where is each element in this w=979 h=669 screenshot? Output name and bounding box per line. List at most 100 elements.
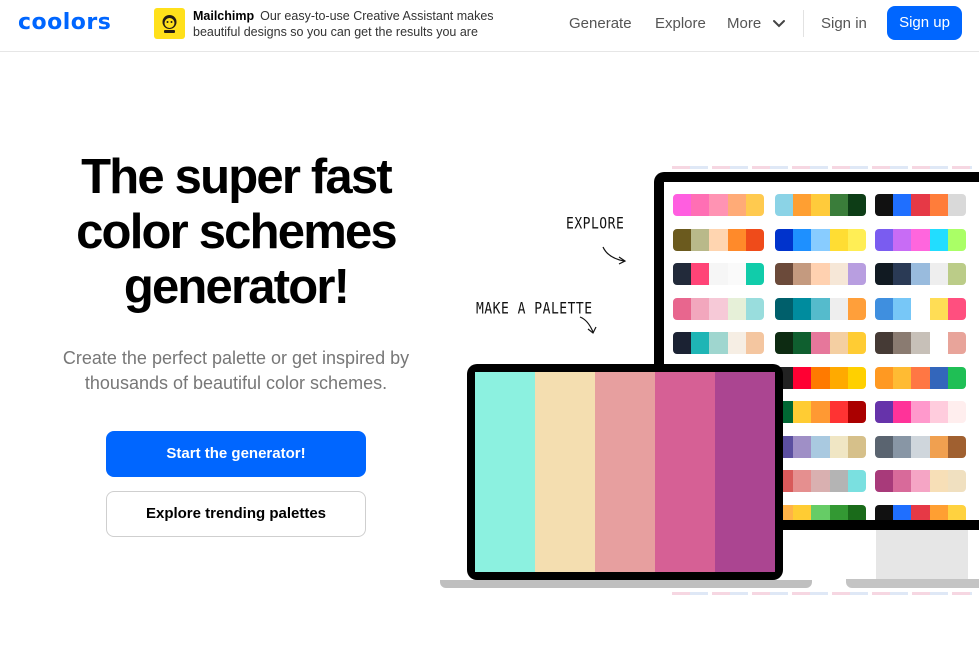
palette-swatch	[947, 297, 966, 320]
palette-card	[673, 194, 764, 216]
hero-title-line: color schemes	[76, 205, 398, 259]
palette-swatch	[847, 470, 866, 492]
palette-swatch	[893, 504, 912, 520]
palette-swatch	[793, 263, 812, 285]
palette-swatch	[811, 366, 830, 389]
palette-swatch	[875, 263, 894, 285]
palette-swatch	[911, 401, 930, 423]
palette-swatch	[745, 194, 764, 216]
palette-swatch	[691, 194, 710, 216]
signup-button[interactable]: Sign up	[887, 6, 962, 40]
palette-card	[673, 297, 764, 320]
palette-swatch	[775, 297, 794, 320]
palette-swatch	[673, 263, 692, 285]
nav-explore-link[interactable]: Explore	[655, 15, 706, 32]
palette-swatch	[727, 332, 746, 354]
palette-swatch	[875, 435, 894, 458]
palette-swatch	[893, 435, 912, 458]
palette-swatch	[829, 297, 848, 320]
palette-card	[875, 504, 966, 520]
palette-swatch	[715, 372, 775, 572]
palette-swatch	[947, 366, 966, 389]
palette-swatch	[947, 194, 966, 216]
palette-swatch	[847, 194, 866, 216]
palette-swatch	[775, 228, 794, 251]
palette-card	[775, 297, 866, 320]
palette-swatch	[727, 194, 746, 216]
palette-swatch	[893, 263, 912, 285]
palette-swatch	[793, 435, 812, 458]
palette-swatch	[911, 263, 930, 285]
palette-swatch	[709, 228, 728, 251]
palette-swatch	[811, 194, 830, 216]
palette-swatch	[847, 401, 866, 423]
palette-swatch	[811, 228, 830, 251]
palette-swatch	[775, 332, 794, 354]
palette-swatch	[793, 228, 812, 251]
palette-swatch	[875, 332, 894, 354]
palette-card	[875, 228, 966, 251]
nav-more-menu[interactable]: More	[727, 15, 785, 32]
palette-swatch	[847, 332, 866, 354]
palette-swatch	[875, 401, 894, 423]
nav-generate-link[interactable]: Generate	[569, 15, 632, 32]
palette-card	[775, 228, 866, 251]
sponsor-ad[interactable]: Mailchimp Our easy-to-use Creative Assist…	[154, 8, 544, 42]
ghost-palette-strip	[672, 592, 972, 595]
palette-swatch	[829, 366, 848, 389]
palette-swatch	[793, 470, 812, 492]
palette-card	[775, 366, 866, 389]
palette-swatch	[793, 194, 812, 216]
palette-swatch	[811, 263, 830, 285]
palette-swatch	[811, 435, 830, 458]
hero-subtitle-line: thousands of beautiful color schemes.	[84, 373, 388, 393]
coolors-logo[interactable]: coolors	[18, 10, 111, 35]
palette-swatch	[947, 332, 966, 354]
palette-swatch	[691, 263, 710, 285]
palette-swatch	[893, 401, 912, 423]
top-nav: coolors Mailchimp Our easy-to-use Creativ…	[0, 0, 979, 52]
palette-swatch	[829, 228, 848, 251]
laptop-illustration	[467, 364, 783, 580]
explore-trending-button[interactable]: Explore trending palettes	[106, 491, 366, 537]
palette-swatch	[911, 366, 930, 389]
palette-swatch	[829, 332, 848, 354]
monitor-base	[846, 579, 979, 588]
nav-more-label: More	[727, 15, 762, 32]
signin-link[interactable]: Sign in	[821, 15, 867, 32]
palette-swatch	[793, 504, 812, 520]
arrow-make-palette-icon	[579, 316, 597, 334]
palette-swatch	[875, 194, 894, 216]
palette-swatch	[875, 504, 894, 520]
palette-swatch	[911, 332, 930, 354]
palette-swatch	[847, 366, 866, 389]
palette-card	[775, 504, 866, 520]
laptop-base	[440, 580, 812, 588]
hero-title-line: The super fast	[81, 150, 393, 204]
palette-swatch	[929, 504, 948, 520]
palette-swatch	[929, 366, 948, 389]
monitor-stand	[876, 530, 968, 580]
palette-card	[875, 366, 966, 389]
palette-swatch	[947, 263, 966, 285]
palette-swatch	[875, 470, 894, 492]
palette-swatch	[535, 372, 595, 572]
hero-title: The super fast color schemes generator!	[20, 150, 452, 315]
palette-card	[875, 194, 966, 216]
palette-swatch	[929, 297, 948, 320]
palette-swatch	[947, 470, 966, 492]
palette-swatch	[929, 228, 948, 251]
palette-swatch	[929, 332, 948, 354]
palette-swatch	[811, 297, 830, 320]
palette-swatch	[875, 366, 894, 389]
palette-swatch	[811, 504, 830, 520]
palette-swatch	[673, 228, 692, 251]
laptop-palette	[475, 372, 775, 572]
palette-card	[775, 401, 866, 423]
palette-swatch	[691, 228, 710, 251]
palette-swatch	[709, 332, 728, 354]
start-generator-button[interactable]: Start the generator!	[106, 431, 366, 477]
palette-card	[775, 332, 866, 354]
palette-card	[673, 332, 764, 354]
palette-swatch	[829, 401, 848, 423]
